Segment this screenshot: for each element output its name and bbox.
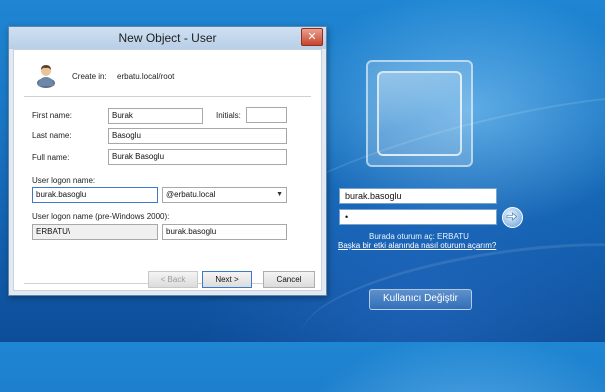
pre2000-name-field[interactable]: burak.basoglu: [162, 224, 287, 240]
other-domain-link[interactable]: Başka bir etki alanında nasıl oturum aça…: [338, 241, 496, 250]
logon-name-field[interactable]: burak.basoglu: [32, 187, 158, 203]
full-name-field[interactable]: Burak Basoglu: [108, 149, 287, 165]
cancel-button[interactable]: Cancel: [263, 271, 315, 288]
logon-name-label: User logon name:: [32, 176, 96, 185]
dialog-titlebar[interactable]: New Object - User ✕: [9, 27, 326, 49]
new-user-dialog: New Object - User ✕ Create in: erbatu.lo…: [8, 26, 327, 296]
dialog-client-area: Create in: erbatu.local/root First name:…: [13, 49, 322, 291]
user-picture-frame: [377, 71, 462, 156]
domain-dropdown[interactable]: @erbatu.local ▼: [162, 187, 287, 203]
back-button[interactable]: < Back: [148, 271, 198, 288]
initials-label: Initials:: [216, 111, 241, 120]
first-name-field[interactable]: Burak: [108, 108, 203, 124]
submit-arrow-button[interactable]: [502, 207, 523, 228]
first-name-label: First name:: [32, 111, 73, 120]
last-name-label: Last name:: [32, 131, 72, 140]
pre2000-label: User logon name (pre-Windows 2000):: [32, 212, 170, 221]
create-in-value: erbatu.local/root: [117, 72, 175, 81]
user-picture-tile: [366, 60, 473, 167]
arrow-right-icon: [506, 212, 517, 221]
next-button[interactable]: Next >: [202, 271, 252, 288]
user-icon: [37, 65, 55, 88]
create-in-label: Create in:: [72, 72, 107, 81]
domain-dropdown-value: @erbatu.local: [166, 190, 216, 199]
full-name-label: Full name:: [32, 153, 70, 162]
dialog-title: New Object - User: [118, 31, 217, 45]
chevron-down-icon[interactable]: ▼: [276, 188, 283, 202]
initials-field[interactable]: [246, 107, 287, 123]
username-input[interactable]: burak.basoglu: [339, 188, 497, 204]
last-name-field[interactable]: Basoglu: [108, 128, 287, 144]
signin-domain-text: Burada oturum aç: ERBATU: [369, 232, 469, 241]
close-button[interactable]: ✕: [301, 28, 323, 46]
divider: [24, 96, 311, 97]
password-input[interactable]: •: [339, 209, 497, 225]
pre2000-domain-field: ERBATU\: [32, 224, 158, 240]
switch-user-button[interactable]: Kullanıcı Değiştir: [369, 289, 472, 310]
